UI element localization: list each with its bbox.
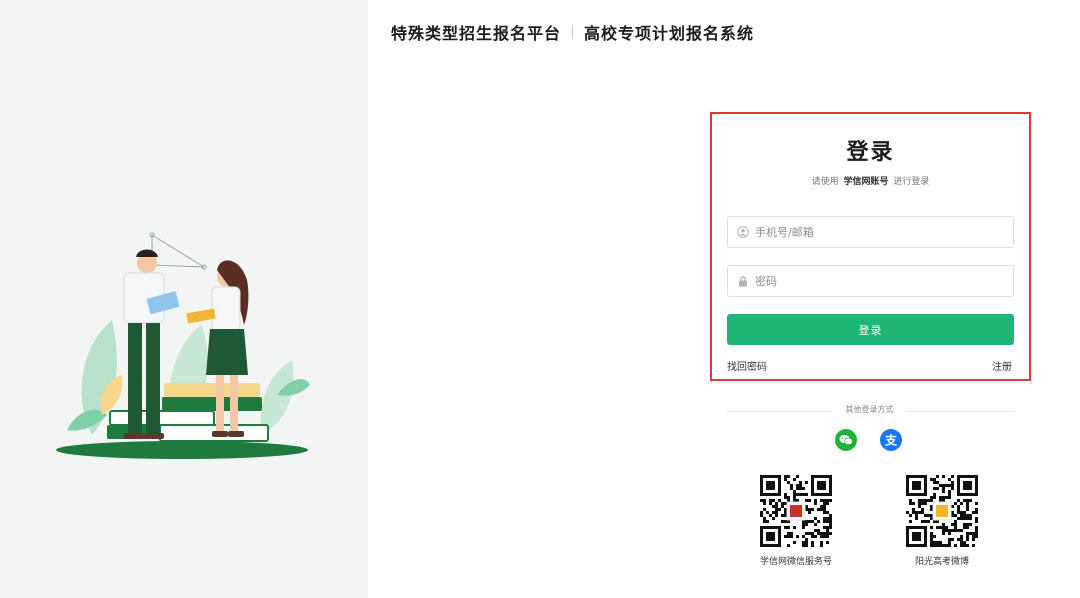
svg-text:支: 支 [884, 433, 898, 447]
qr-label-gaokao-weibo: 阳光高考微博 [914, 557, 969, 567]
xuexin-wechat-qr-code [760, 475, 832, 547]
other-login-divider: 其他登录方式 [726, 404, 1013, 418]
system-title: 高校专项计划报名系统 [584, 24, 755, 43]
qr-label-xuexin-wechat: 学信网微信服务号 [759, 557, 832, 567]
password-placeholder: 密码 [755, 275, 777, 288]
phone-email-input[interactable]: 手机号/邮箱 [727, 216, 1014, 248]
login-title: 登录 [846, 140, 895, 165]
wechat-login-button[interactable] [835, 429, 857, 451]
divider-line-right [907, 411, 1013, 412]
left-panel [0, 0, 368, 598]
login-subtitle-suffix: 进行登录 [893, 177, 930, 187]
forgot-password-link[interactable]: 找回密码 [727, 358, 767, 373]
login-subtitle: 请使用 学信网账号 进行登录 [712, 174, 1029, 187]
wechat-icon [839, 435, 853, 445]
students-illustration [56, 232, 310, 459]
alipay-login-button[interactable]: 支 [880, 429, 902, 451]
header-divider [572, 25, 574, 39]
other-login-label: 其他登录方式 [845, 405, 894, 414]
password-input[interactable]: 密码 [727, 265, 1014, 297]
platform-title: 特殊类型招生报名平台 [391, 24, 562, 43]
login-button[interactable]: 登录 [727, 314, 1014, 345]
phone-email-placeholder: 手机号/邮箱 [755, 226, 814, 239]
alipay-icon: 支 [884, 433, 898, 447]
page-header: 特殊类型招生报名平台 高校专项计划报名系统 [391, 20, 754, 44]
login-form: 登录 请使用 学信网账号 进行登录 手机号/邮箱 密码 登录 找回密码 注册 [710, 112, 1031, 381]
register-link[interactable]: 注册 [992, 358, 1012, 373]
lock-icon [737, 275, 749, 287]
user-icon [737, 226, 749, 238]
login-subtitle-prefix: 请使用 [811, 177, 839, 187]
login-subtitle-account: 学信网账号 [843, 177, 889, 187]
gaokao-weibo-qr-code [906, 475, 978, 547]
